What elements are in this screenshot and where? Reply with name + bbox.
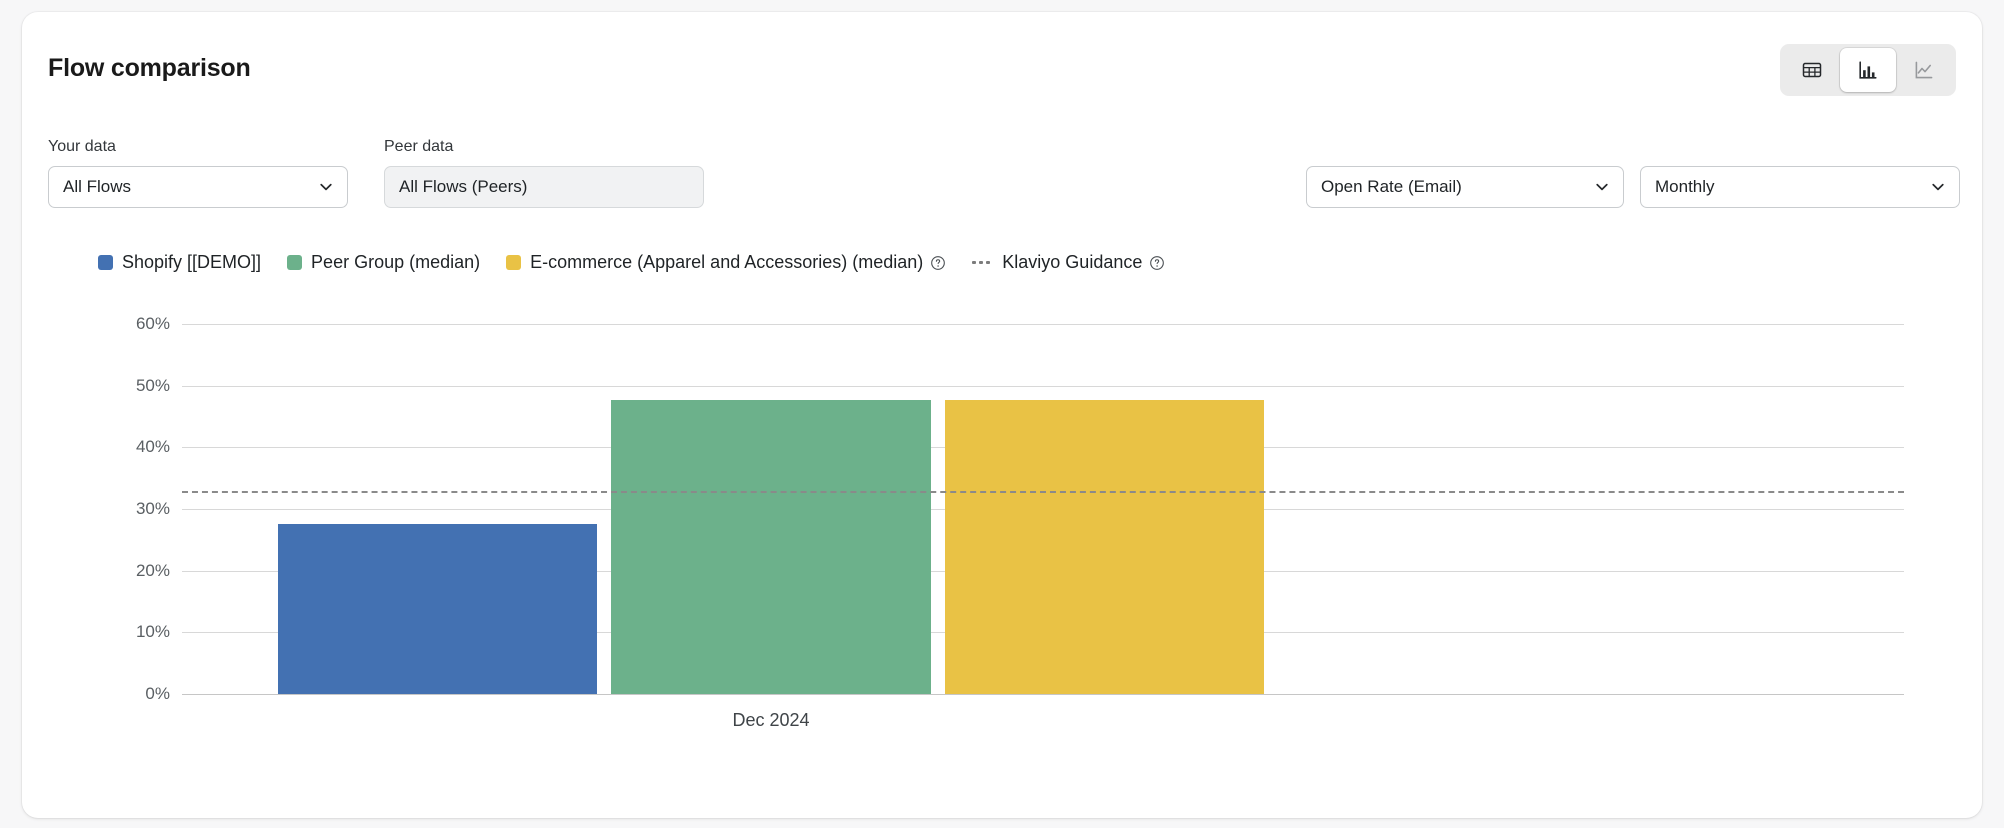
interval-select[interactable]: Monthly	[1640, 166, 1960, 208]
metric-select[interactable]: Open Rate (Email)	[1306, 166, 1624, 208]
dashed-line-icon	[972, 261, 993, 264]
y-axis-tick-label: 10%	[136, 622, 170, 642]
legend-item-series-0[interactable]: Shopify [[DEMO]]	[98, 252, 261, 273]
legend-label: E-commerce (Apparel and Accessories) (me…	[530, 252, 923, 273]
chevron-down-icon	[1929, 178, 1947, 196]
metric-value: Open Rate (Email)	[1321, 177, 1585, 197]
y-axis-tick-label: 40%	[136, 437, 170, 457]
legend-swatch	[98, 255, 113, 270]
y-axis-tick-label: 60%	[136, 314, 170, 334]
controls-row: Your data All Flows Peer data All Flows …	[22, 116, 1982, 216]
legend-item-series-1[interactable]: Peer Group (median)	[287, 252, 480, 273]
bar-peer-group-median[interactable]	[611, 400, 930, 694]
legend-swatch	[287, 255, 302, 270]
legend-item-series-2[interactable]: E-commerce (Apparel and Accessories) (me…	[506, 252, 946, 273]
peer-data-value: All Flows (Peers)	[399, 177, 691, 197]
bar-shopify-demo[interactable]	[278, 524, 597, 694]
card-header: Flow comparison	[22, 12, 1982, 116]
chart-legend: Shopify [[DEMO]] Peer Group (median) E-c…	[98, 252, 1191, 273]
y-axis-tick-label: 30%	[136, 499, 170, 519]
x-axis-tick-label: Dec 2024	[732, 710, 809, 731]
your-data-value: All Flows	[63, 177, 309, 197]
your-data-label: Your data	[48, 138, 116, 156]
peer-data-field: All Flows (Peers)	[384, 166, 704, 208]
legend-label: Peer Group (median)	[311, 252, 480, 273]
help-circle-icon[interactable]	[930, 255, 946, 271]
plot-area: 0%10%20%30%40%50%60%	[182, 324, 1904, 694]
bar-e-commerce-apparel-and-accessories-median[interactable]	[945, 400, 1264, 694]
your-data-select[interactable]: All Flows	[48, 166, 348, 208]
chevron-down-icon	[1593, 178, 1611, 196]
peer-data-label: Peer data	[384, 138, 453, 156]
flow-comparison-card: Flow comparison	[22, 12, 1982, 818]
gridline	[182, 324, 1904, 325]
gridline	[182, 694, 1904, 695]
y-axis-tick-label: 0%	[145, 684, 170, 704]
y-axis-tick-label: 50%	[136, 376, 170, 396]
y-axis-tick-label: 20%	[136, 561, 170, 581]
bar-chart: 0%10%20%30%40%50%60% Dec 2024	[22, 292, 1982, 762]
legend-label: Shopify [[DEMO]]	[122, 252, 261, 273]
help-circle-icon[interactable]	[1149, 255, 1165, 271]
gridline	[182, 386, 1904, 387]
guidance-reference-line	[182, 491, 1904, 493]
chevron-down-icon	[317, 178, 335, 196]
interval-value: Monthly	[1655, 177, 1921, 197]
view-toggle-group	[1780, 44, 1956, 96]
table-icon	[1801, 59, 1823, 81]
legend-swatch	[506, 255, 521, 270]
view-toggle-table[interactable]	[1784, 48, 1840, 92]
page-title: Flow comparison	[48, 54, 251, 83]
view-toggle-line[interactable]	[1896, 48, 1952, 92]
line-chart-icon	[1913, 59, 1935, 81]
legend-label: Klaviyo Guidance	[1002, 252, 1142, 273]
bar-chart-icon	[1857, 59, 1879, 81]
view-toggle-bar[interactable]	[1840, 48, 1896, 92]
legend-item-guidance[interactable]: Klaviyo Guidance	[972, 252, 1165, 273]
